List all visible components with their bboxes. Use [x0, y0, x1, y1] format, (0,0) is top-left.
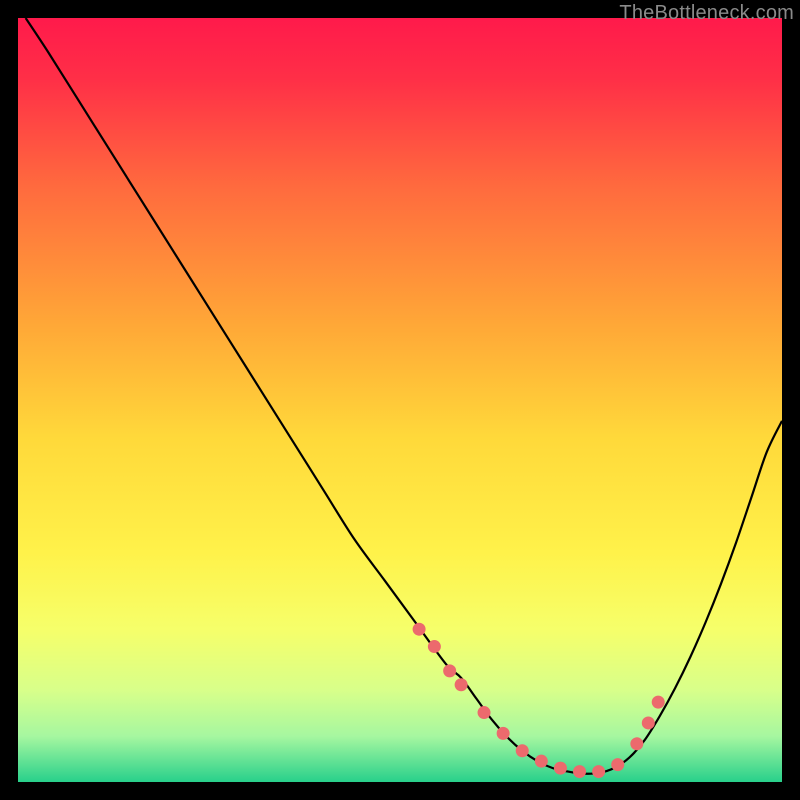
- highlighted-point: [413, 623, 426, 636]
- highlighted-point: [497, 727, 510, 740]
- highlighted-point: [642, 716, 655, 729]
- highlighted-point: [592, 765, 605, 778]
- highlighted-point: [428, 640, 441, 653]
- highlighted-point: [611, 758, 624, 771]
- highlighted-point: [554, 762, 567, 775]
- gradient-background: [18, 18, 782, 782]
- bottleneck-chart: [18, 18, 782, 782]
- highlighted-point: [573, 765, 586, 778]
- highlighted-point: [535, 755, 548, 768]
- highlighted-point: [630, 737, 643, 750]
- watermark-text: TheBottleneck.com: [619, 2, 794, 25]
- highlighted-point: [443, 664, 456, 677]
- highlighted-point: [455, 678, 468, 691]
- highlighted-point: [516, 744, 529, 757]
- highlighted-point: [652, 696, 665, 709]
- highlighted-point: [478, 706, 491, 719]
- chart-frame: [18, 18, 782, 782]
